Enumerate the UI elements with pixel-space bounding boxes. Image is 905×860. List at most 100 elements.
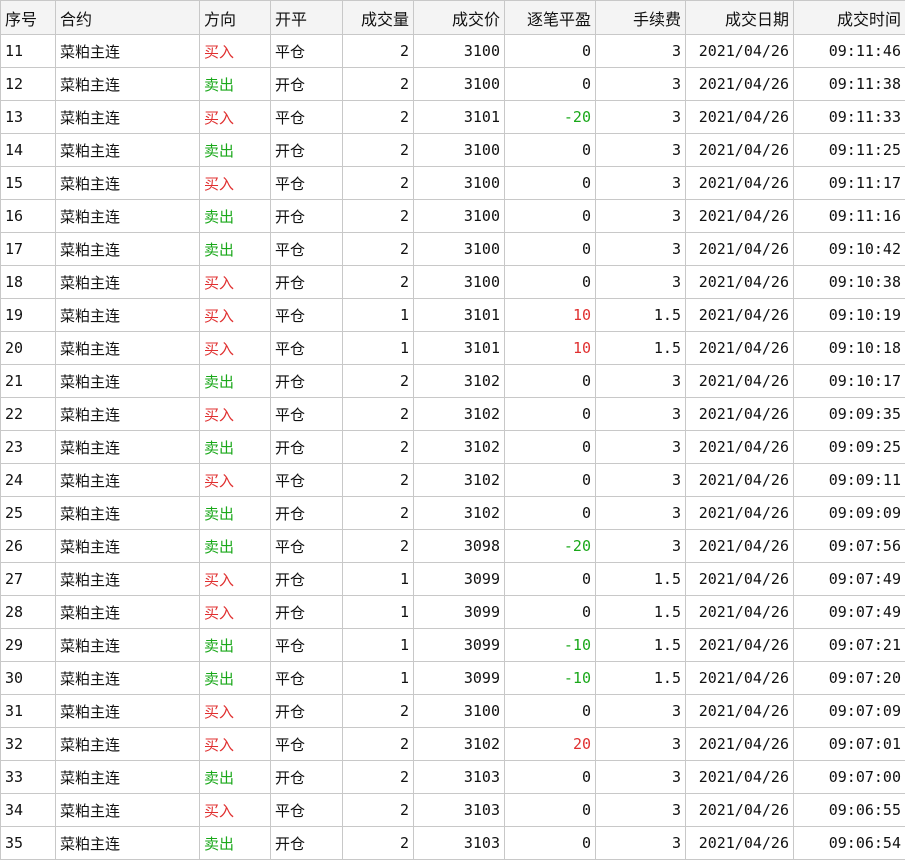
cell-offset: 开仓 (270, 826, 343, 860)
cell-pl: -10 (504, 628, 596, 662)
table-row[interactable]: 19 菜粕主连 买入 平仓 1 3101 10 1.5 2021/04/26 09:10:19 (0, 298, 905, 332)
cell-qty: 2 (342, 529, 414, 563)
cell-time: 09:11:17 (793, 166, 905, 200)
table-row[interactable]: 18 菜粕主连 买入 开仓 2 3100 0 3 2021/04/26 09:10:38 (0, 265, 905, 299)
cell-fee: 3 (595, 760, 686, 794)
cell-fee: 3 (595, 694, 686, 728)
table-row[interactable]: 29 菜粕主连 卖出 平仓 1 3099 -10 1.5 2021/04/26 09:07:21 (0, 628, 905, 662)
cell-direction: 买入 (199, 562, 271, 596)
cell-time: 09:11:46 (793, 34, 905, 68)
cell-price: 3099 (413, 562, 505, 596)
table-row[interactable]: 30 菜粕主连 卖出 平仓 1 3099 -10 1.5 2021/04/26 09:07:20 (0, 661, 905, 695)
cell-date: 2021/04/26 (685, 397, 794, 431)
cell-contract: 菜粕主连 (55, 166, 200, 200)
cell-price: 3098 (413, 529, 505, 563)
cell-contract: 菜粕主连 (55, 34, 200, 68)
cell-pl: 0 (504, 397, 596, 431)
cell-price: 3101 (413, 298, 505, 332)
table-row[interactable]: 16 菜粕主连 卖出 开仓 2 3100 0 3 2021/04/26 09:11:16 (0, 199, 905, 233)
column-header-id[interactable]: 序号 (0, 0, 56, 35)
column-header-price[interactable]: 成交价 (413, 0, 505, 35)
cell-offset: 开仓 (270, 694, 343, 728)
cell-contract: 菜粕主连 (55, 430, 200, 464)
cell-pl: 0 (504, 694, 596, 728)
cell-offset: 平仓 (270, 232, 343, 266)
column-header-qty[interactable]: 成交量 (342, 0, 414, 35)
cell-id: 20 (0, 331, 56, 365)
cell-pl: -20 (504, 100, 596, 134)
cell-date: 2021/04/26 (685, 760, 794, 794)
table-row[interactable]: 12 菜粕主连 卖出 开仓 2 3100 0 3 2021/04/26 09:11:38 (0, 67, 905, 101)
cell-qty: 1 (342, 628, 414, 662)
table-row[interactable]: 33 菜粕主连 卖出 开仓 2 3103 0 3 2021/04/26 09:07:00 (0, 760, 905, 794)
table-row[interactable]: 31 菜粕主连 买入 开仓 2 3100 0 3 2021/04/26 09:07:09 (0, 694, 905, 728)
cell-id: 33 (0, 760, 56, 794)
table-row[interactable]: 24 菜粕主连 买入 平仓 2 3102 0 3 2021/04/26 09:09:11 (0, 463, 905, 497)
table-row[interactable]: 32 菜粕主连 买入 平仓 2 3102 20 3 2021/04/26 09:07:01 (0, 727, 905, 761)
cell-contract: 菜粕主连 (55, 265, 200, 299)
table-header: 序号 合约 方向 开平 成交量 成交价 逐笔平盈 手续费 成交日期 成交时间 (0, 0, 905, 35)
cell-contract: 菜粕主连 (55, 826, 200, 860)
table-row[interactable]: 28 菜粕主连 买入 开仓 1 3099 0 1.5 2021/04/26 09:07:49 (0, 595, 905, 629)
cell-direction: 买入 (199, 265, 271, 299)
cell-direction: 卖出 (199, 430, 271, 464)
table-row[interactable]: 15 菜粕主连 买入 平仓 2 3100 0 3 2021/04/26 09:11:17 (0, 166, 905, 200)
cell-fee: 3 (595, 364, 686, 398)
table-row[interactable]: 17 菜粕主连 卖出 平仓 2 3100 0 3 2021/04/26 09:10:42 (0, 232, 905, 266)
table-row[interactable]: 34 菜粕主连 买入 平仓 2 3103 0 3 2021/04/26 09:06:55 (0, 793, 905, 827)
cell-time: 09:10:17 (793, 364, 905, 398)
cell-direction: 卖出 (199, 232, 271, 266)
cell-fee: 1.5 (595, 298, 686, 332)
column-header-direction[interactable]: 方向 (199, 0, 271, 35)
cell-contract: 菜粕主连 (55, 463, 200, 497)
cell-pl: 0 (504, 265, 596, 299)
table-row[interactable]: 23 菜粕主连 卖出 开仓 2 3102 0 3 2021/04/26 09:09:25 (0, 430, 905, 464)
cell-contract: 菜粕主连 (55, 628, 200, 662)
cell-offset: 开仓 (270, 364, 343, 398)
cell-qty: 2 (342, 133, 414, 167)
cell-id: 31 (0, 694, 56, 728)
table-row[interactable]: 26 菜粕主连 卖出 平仓 2 3098 -20 3 2021/04/26 09:07:56 (0, 529, 905, 563)
column-header-contract[interactable]: 合约 (55, 0, 200, 35)
cell-date: 2021/04/26 (685, 199, 794, 233)
column-header-pl[interactable]: 逐笔平盈 (504, 0, 596, 35)
table-row[interactable]: 14 菜粕主连 卖出 开仓 2 3100 0 3 2021/04/26 09:11:25 (0, 133, 905, 167)
cell-pl: 0 (504, 232, 596, 266)
cell-direction: 卖出 (199, 199, 271, 233)
column-header-date[interactable]: 成交日期 (685, 0, 794, 35)
cell-id: 17 (0, 232, 56, 266)
table-row[interactable]: 21 菜粕主连 卖出 开仓 2 3102 0 3 2021/04/26 09:10:17 (0, 364, 905, 398)
cell-date: 2021/04/26 (685, 628, 794, 662)
cell-pl: 0 (504, 199, 596, 233)
cell-id: 30 (0, 661, 56, 695)
cell-direction: 买入 (199, 298, 271, 332)
cell-date: 2021/04/26 (685, 364, 794, 398)
table-row[interactable]: 22 菜粕主连 买入 平仓 2 3102 0 3 2021/04/26 09:09:35 (0, 397, 905, 431)
cell-time: 09:09:09 (793, 496, 905, 530)
table-row[interactable]: 13 菜粕主连 买入 平仓 2 3101 -20 3 2021/04/26 09:11:33 (0, 100, 905, 134)
cell-fee: 1.5 (595, 331, 686, 365)
column-header-fee[interactable]: 手续费 (595, 0, 686, 35)
cell-qty: 2 (342, 397, 414, 431)
column-header-time[interactable]: 成交时间 (793, 0, 905, 35)
cell-contract: 菜粕主连 (55, 331, 200, 365)
cell-offset: 平仓 (270, 298, 343, 332)
cell-date: 2021/04/26 (685, 595, 794, 629)
table-row[interactable]: 25 菜粕主连 卖出 开仓 2 3102 0 3 2021/04/26 09:09:09 (0, 496, 905, 530)
table-row[interactable]: 35 菜粕主连 卖出 开仓 2 3103 0 3 2021/04/26 09:06:54 (0, 826, 905, 860)
column-header-offset[interactable]: 开平 (270, 0, 343, 35)
cell-date: 2021/04/26 (685, 265, 794, 299)
cell-direction: 买入 (199, 463, 271, 497)
table-row[interactable]: 27 菜粕主连 买入 开仓 1 3099 0 1.5 2021/04/26 09:07:49 (0, 562, 905, 596)
cell-id: 11 (0, 34, 56, 68)
cell-id: 18 (0, 265, 56, 299)
cell-qty: 2 (342, 199, 414, 233)
table-row[interactable]: 20 菜粕主连 买入 平仓 1 3101 10 1.5 2021/04/26 09:10:18 (0, 331, 905, 365)
table-row[interactable]: 11 菜粕主连 买入 平仓 2 3100 0 3 2021/04/26 09:11:46 (0, 34, 905, 68)
cell-qty: 2 (342, 430, 414, 464)
cell-date: 2021/04/26 (685, 430, 794, 464)
cell-qty: 2 (342, 100, 414, 134)
cell-offset: 平仓 (270, 166, 343, 200)
cell-time: 09:06:54 (793, 826, 905, 860)
cell-id: 15 (0, 166, 56, 200)
